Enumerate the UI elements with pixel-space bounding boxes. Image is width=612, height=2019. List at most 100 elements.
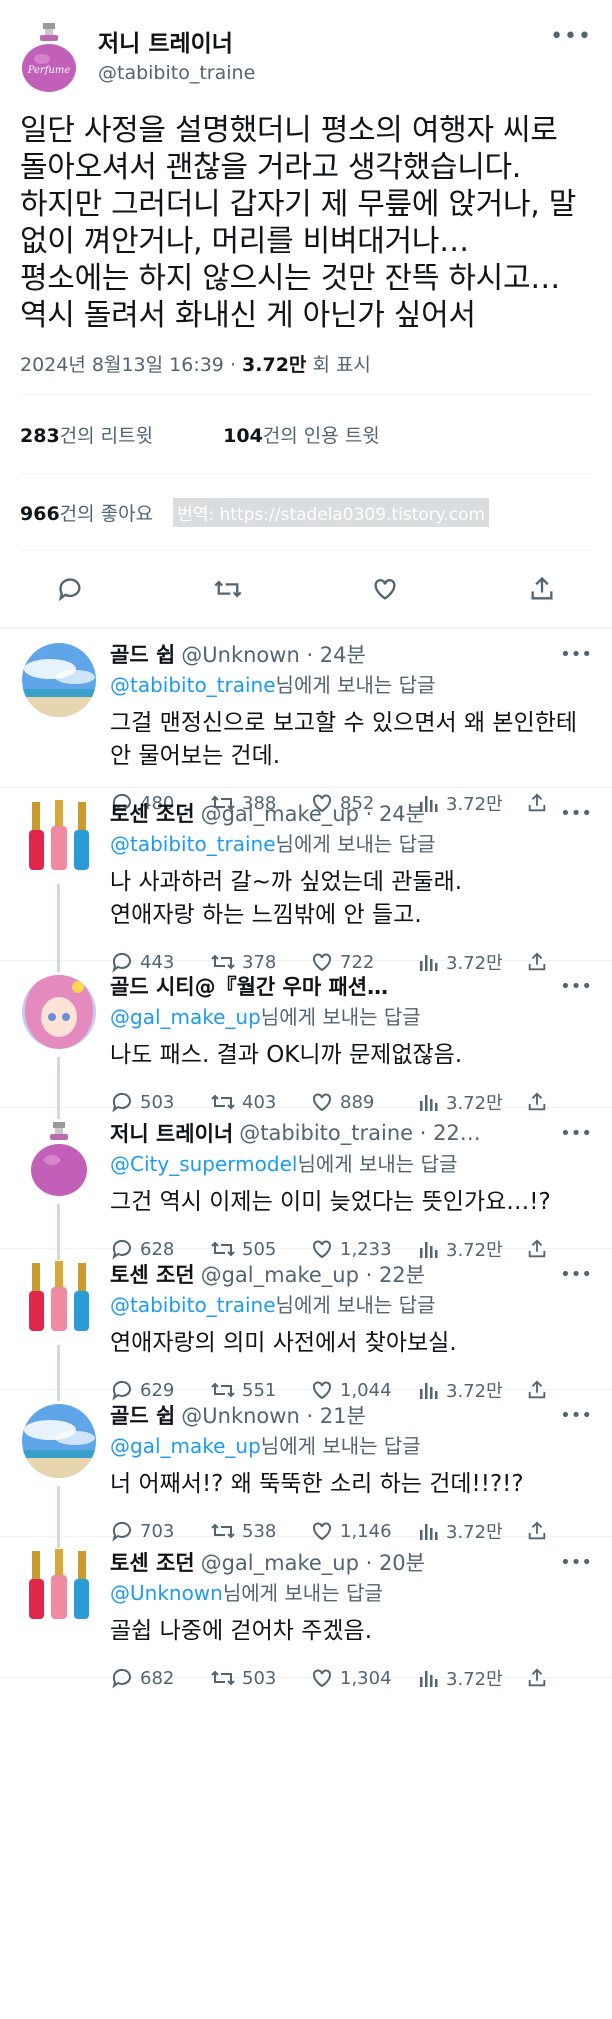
more-options-icon[interactable]: ••• — [560, 644, 592, 665]
reply-avatar-column — [20, 971, 98, 1119]
reply-body: 토센 조던 @gal_make_up · 22분 ••• @tabibito_t… — [98, 1259, 592, 1402]
replying-to: @City_supermodel님에게 보내는 답글 — [110, 1148, 592, 1180]
tweet-timestamp[interactable]: 2024년 8월13일 16:39 — [20, 354, 224, 376]
more-options-icon[interactable]: ••• — [560, 976, 592, 997]
replying-to: @Unknown님에게 보내는 답글 — [110, 1577, 592, 1609]
reply-author-handle[interactable]: @tabibito_traine · 22… — [239, 1121, 481, 1145]
reply-body: 골드 쉽 @Unknown · 21분 ••• @gal_make_up님에게 … — [98, 1400, 592, 1543]
reply-to-suffix: 님에게 보내는 답글 — [222, 1581, 383, 1605]
avatar-label: Perfume — [27, 65, 71, 76]
replying-to: @gal_make_up님에게 보내는 답글 — [110, 1001, 592, 1033]
reply-to-suffix: 님에게 보내는 답글 — [275, 673, 436, 697]
likes-label: 건의 좋아요 — [59, 502, 154, 525]
retweet-icon[interactable] — [213, 575, 243, 603]
reply-mention-link[interactable]: @tabibito_traine — [110, 673, 276, 697]
reply-text: 너 어째서!? 왜 뚝뚝한 소리 하는 건데!!?!? — [110, 1471, 524, 1497]
reply-author-name[interactable]: 토센 조던 — [110, 1547, 195, 1577]
sky-beach-avatar-icon[interactable] — [20, 639, 98, 721]
reply-button[interactable]: 682 — [110, 1666, 210, 1690]
reply-author-handle[interactable]: @gal_make_up · 20분 — [201, 1547, 425, 1577]
retweets-label: 건의 리트윗 — [59, 424, 154, 447]
reply-text: 나 사과하러 갈~까 싶었는데 관둘래. 연애자랑 하는 느낌밖에 안 들고. — [110, 869, 463, 928]
reply-author-handle[interactable]: @Unknown · 24분 — [181, 639, 366, 669]
reply-icon — [112, 1668, 131, 1689]
share-icon[interactable] — [526, 1667, 548, 1689]
sky-beach-avatar-icon[interactable] — [20, 1400, 98, 1482]
reply-tweet[interactable]: 골드 쉽 @Unknown · 24분 ••• @tabibito_traine… — [0, 629, 612, 815]
reply-avatar-column — [20, 1259, 98, 1401]
more-options-icon[interactable]: ••• — [560, 1264, 592, 1285]
author-name[interactable]: 저니 트레이너 — [98, 29, 550, 59]
reply-author-handle[interactable]: @gal_make_up · 22분 — [201, 1259, 425, 1289]
more-options-icon[interactable]: ••• — [560, 1123, 592, 1144]
reply-author-handle[interactable]: @Unknown · 21분 — [181, 1400, 366, 1430]
reply-to-suffix: 님에게 보내는 답글 — [275, 832, 436, 856]
reply-header: 골드 쉽 @Unknown · 24분 ••• — [110, 639, 592, 669]
reply-to-suffix: 님에게 보내는 답글 — [275, 1293, 436, 1317]
quotes-stat[interactable]: 104건의 인용 트윗 — [223, 421, 380, 448]
views-count: 3.72만 — [242, 354, 307, 376]
reply-tweet[interactable]: 토센 조던 @gal_make_up · 24분 ••• @tabibito_t… — [0, 788, 612, 974]
reply-mention-link[interactable]: @Unknown — [110, 1581, 223, 1605]
reply-count: 682 — [140, 1667, 175, 1689]
anime-girl-avatar-icon[interactable] — [20, 971, 98, 1053]
reply-avatar-column — [20, 1547, 98, 1677]
reply-body: 토센 조던 @gal_make_up · 20분 ••• @Unknown님에게… — [98, 1547, 592, 1690]
tweet-meta: 2024년 8월13일 16:39 · 3.72만 회 표시 — [20, 354, 371, 376]
likes-stat[interactable]: 966건의 좋아요 — [20, 499, 153, 526]
more-options-icon[interactable]: ••• — [560, 803, 592, 824]
reply-mention-link[interactable]: @gal_make_up — [110, 1434, 261, 1458]
reply-author-name[interactable]: 골드 쉽 — [110, 639, 175, 669]
more-options-icon[interactable]: ••• — [560, 1552, 592, 1573]
reply-author-name[interactable]: 토센 조던 — [110, 1259, 195, 1289]
thread-connector-line — [57, 884, 60, 972]
reply-author-handle[interactable]: @gal_make_up · 24분 — [201, 798, 425, 828]
nail-polish-avatar-icon[interactable] — [20, 1259, 98, 1341]
retweet-button[interactable]: 503 — [210, 1666, 310, 1690]
reply-tweet[interactable]: 골드 쉽 @Unknown · 21분 ••• @gal_make_up님에게 … — [0, 1390, 612, 1548]
tweet-thread-page: Perfume 저니 트레이너 @tabibito_traine ••• 일단 … — [0, 0, 612, 2019]
reply-author-name[interactable]: 저니 트레이너 — [110, 1118, 233, 1148]
reply-body: 저니 트레이너 @tabibito_traine · 22… ••• @City… — [98, 1118, 592, 1261]
nail-polish-avatar-icon[interactable] — [20, 1547, 98, 1629]
reply-mention-link[interactable]: @City_supermodel — [110, 1152, 297, 1176]
reply-text: 나도 패스. 결과 OK니까 문제없잖음. — [110, 1042, 463, 1068]
views-button[interactable]: 3.72만 — [418, 1665, 526, 1691]
author-handle[interactable]: @tabibito_traine — [98, 59, 550, 87]
reply-tweet[interactable]: 토센 조던 @gal_make_up · 20분 ••• @Unknown님에게… — [0, 1537, 612, 1690]
reply-body: 토센 조던 @gal_make_up · 24분 ••• @tabibito_t… — [98, 798, 592, 974]
nail-polish-avatar-icon[interactable] — [20, 798, 98, 880]
main-tweet-header: Perfume 저니 트레이너 @tabibito_traine ••• — [20, 14, 592, 102]
reply-to-suffix: 님에게 보내는 답글 — [260, 1005, 421, 1029]
tweet-text: 일단 사정을 설명했더니 평소의 여행자 씨로 돌아오셔서 괜찮을 거라고 생각… — [20, 113, 577, 333]
share-icon[interactable] — [528, 575, 556, 603]
reply-mention-link[interactable]: @gal_make_up — [110, 1005, 261, 1029]
main-tweet-author: 저니 트레이너 @tabibito_traine — [98, 29, 550, 87]
more-options-icon[interactable]: ••• — [550, 24, 592, 49]
reply-text: 그걸 맨정신으로 보고할 수 있으면서 왜 본인한테 안 물어보는 건데. — [110, 710, 585, 769]
retweets-stat[interactable]: 283건의 리트윗 — [20, 421, 153, 448]
perfume-bottle-avatar-icon[interactable] — [20, 1118, 98, 1200]
reply-icon[interactable] — [56, 575, 84, 603]
reply-tweet[interactable]: 저니 트레이너 @tabibito_traine · 22… ••• @City… — [0, 1108, 612, 1261]
like-heart-icon — [313, 1669, 331, 1688]
reply-author-name[interactable]: 골드 쉽 — [110, 1400, 175, 1430]
replies-list: 골드 쉽 @Unknown · 24분 ••• @tabibito_traine… — [0, 629, 612, 1690]
more-options-icon[interactable]: ••• — [560, 1405, 592, 1426]
reply-author-name[interactable]: 골드 시티@『월간 우마 패션… — [110, 971, 388, 1001]
reply-text: 그건 역시 이제는 이미 늦었다는 뜻인가요…!? — [110, 1189, 551, 1215]
reply-mention-link[interactable]: @tabibito_traine — [110, 1293, 276, 1317]
like-heart-icon[interactable] — [371, 575, 399, 603]
likes-count: 966 — [20, 502, 60, 525]
perfume-bottle-avatar-icon[interactable]: Perfume — [20, 23, 78, 93]
reply-mention-link[interactable]: @tabibito_traine — [110, 832, 276, 856]
retweet-count: 503 — [242, 1667, 277, 1689]
reply-avatar-column — [20, 798, 98, 972]
likes-stat-row: 966건의 좋아요 번역: https://stadela0309.tistor… — [20, 474, 592, 550]
reply-author-name[interactable]: 토센 조던 — [110, 798, 195, 828]
like-button[interactable]: 1,304 — [310, 1666, 418, 1690]
replying-to: @gal_make_up님에게 보내는 답글 — [110, 1430, 592, 1462]
replying-to: @tabibito_traine님에게 보내는 답글 — [110, 1289, 592, 1321]
reply-tweet[interactable]: 토센 조던 @gal_make_up · 22분 ••• @tabibito_t… — [0, 1249, 612, 1402]
reply-tweet[interactable]: 골드 시티@『월간 우마 패션… ••• @gal_make_up님에게 보내는… — [0, 961, 612, 1119]
